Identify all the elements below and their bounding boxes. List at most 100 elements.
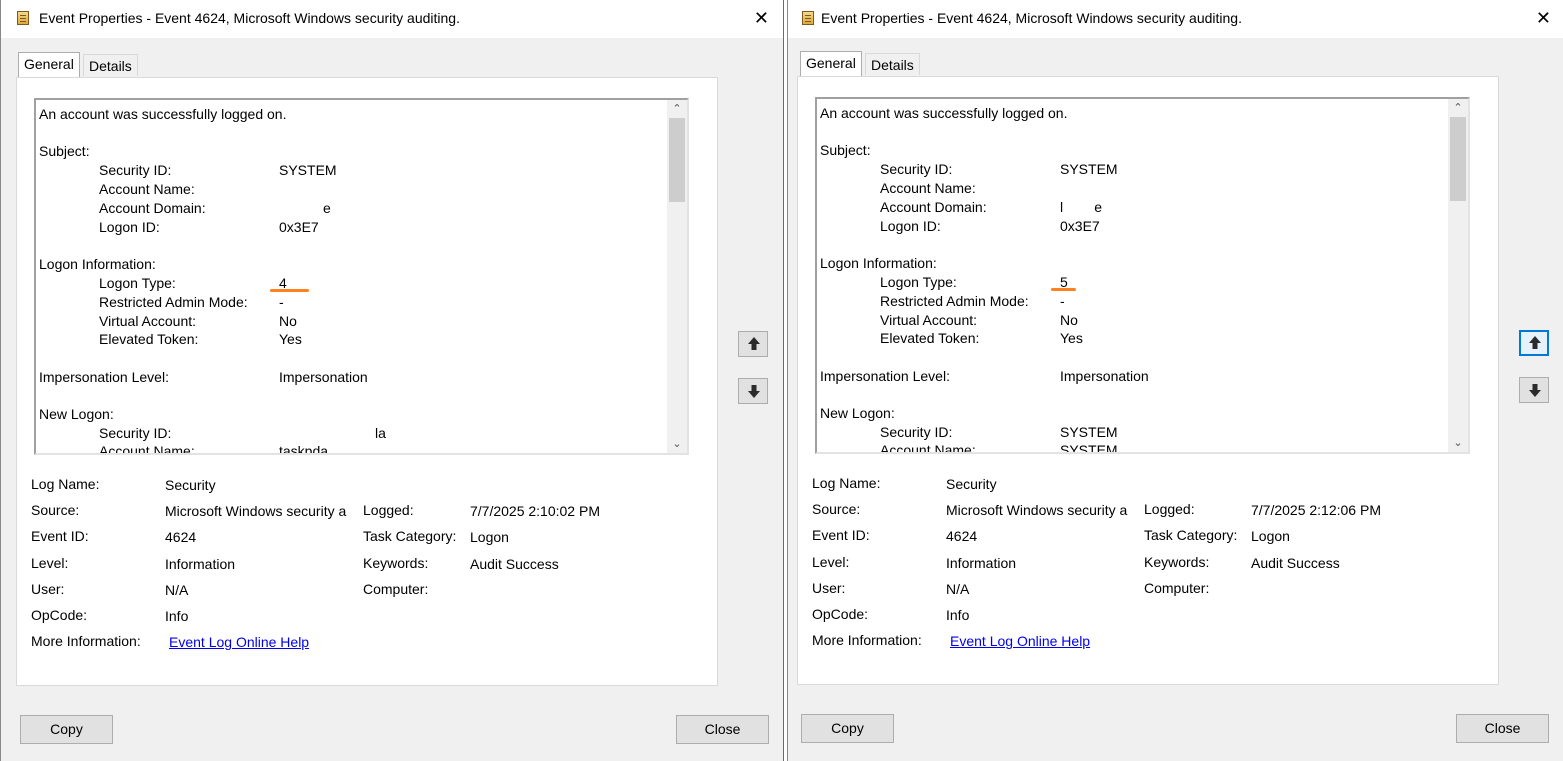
msg-value: SYSTEM — [1060, 442, 1118, 454]
task-category-label: Task Category: — [363, 528, 457, 544]
user-value[interactable]: N/A — [946, 581, 969, 597]
logged-label: Logged: — [1144, 501, 1195, 517]
user-value[interactable]: N/A — [165, 582, 188, 598]
level-label: Level: — [31, 555, 69, 571]
level-value[interactable]: Information — [946, 555, 1016, 571]
event-log-help-link[interactable]: Event Log Online Help — [950, 633, 1090, 649]
arrow-up-icon — [748, 337, 760, 350]
msg-value: Impersonation — [279, 369, 368, 385]
msg-label: Virtual Account: — [99, 313, 197, 329]
user-label: User: — [812, 580, 846, 596]
previous-event-button[interactable] — [1519, 330, 1549, 356]
log-name-label: Log Name: — [31, 476, 100, 492]
task-category-value[interactable]: Logon — [470, 529, 509, 545]
tab-general[interactable]: General — [800, 51, 862, 76]
msg-value: - — [1060, 293, 1065, 309]
scroll-down-icon[interactable]: ⌄ — [667, 435, 687, 453]
opcode-value[interactable]: Info — [165, 608, 188, 624]
msg-value: taskpda — [279, 443, 329, 455]
msg-label: Restricted Admin Mode: — [880, 293, 1029, 309]
msg-label: Security ID: — [880, 424, 953, 440]
event-id-label: Event ID: — [812, 527, 870, 543]
source-value[interactable]: Microsoft Windows security a — [946, 502, 1127, 518]
log-name-value[interactable]: Security — [946, 476, 997, 492]
log-name-label: Log Name: — [812, 475, 881, 491]
title-bar[interactable]: Event Properties - Event 4624, Microsoft… — [1, 0, 783, 38]
msg-value: SYSTEM — [1060, 161, 1118, 177]
event-message-box[interactable]: An account was successfully logged on. S… — [34, 98, 689, 455]
msg-new-logon-heading: New Logon: — [39, 406, 114, 422]
keywords-value[interactable]: Audit Success — [1251, 555, 1340, 571]
tab-details[interactable]: Details — [83, 54, 138, 76]
more-info-label: More Information: — [812, 632, 922, 648]
event-log-icon — [17, 11, 29, 25]
computer-label: Computer: — [363, 581, 429, 597]
close-button[interactable]: Close — [1456, 714, 1549, 743]
msg-value: No — [279, 313, 297, 329]
next-event-button[interactable] — [1519, 377, 1549, 403]
keywords-value[interactable]: Audit Success — [470, 556, 559, 572]
logged-value[interactable]: 7/7/2025 2:10:02 PM — [470, 503, 600, 519]
msg-label: Impersonation Level: — [820, 368, 950, 384]
source-value[interactable]: Microsoft Windows security a — [165, 503, 346, 519]
msg-label: Elevated Token: — [880, 330, 980, 346]
msg-value: 0x3E7 — [279, 219, 319, 235]
scroll-up-icon[interactable]: ⌃ — [1448, 99, 1468, 117]
msg-value: No — [1060, 312, 1078, 328]
msg-label: Elevated Token: — [99, 331, 199, 347]
next-event-button[interactable] — [738, 378, 768, 404]
window-title: Event Properties - Event 4624, Microsoft… — [39, 10, 460, 26]
computer-label: Computer: — [1144, 580, 1210, 596]
msg-new-logon-heading: New Logon: — [820, 405, 895, 421]
msg-label: Virtual Account: — [880, 312, 978, 328]
level-label: Level: — [812, 554, 850, 570]
title-bar[interactable]: Event Properties - Event 4624, Microsoft… — [788, 0, 1563, 38]
general-panel: An account was successfully logged on. S… — [16, 77, 718, 686]
message-scrollbar[interactable]: ⌃ ⌄ — [667, 100, 687, 453]
msg-value: e — [323, 200, 331, 216]
close-button[interactable]: Close — [676, 715, 769, 744]
message-scrollbar[interactable]: ⌃ ⌄ — [1448, 99, 1468, 452]
task-category-value[interactable]: Logon — [1251, 528, 1290, 544]
close-icon[interactable]: ✕ — [1536, 8, 1551, 28]
logged-value[interactable]: 7/7/2025 2:12:06 PM — [1251, 502, 1381, 518]
event-id-value[interactable]: 4624 — [946, 528, 977, 544]
scroll-up-icon[interactable]: ⌃ — [667, 100, 687, 118]
copy-button[interactable]: Copy — [20, 715, 113, 744]
previous-event-button[interactable] — [738, 331, 768, 357]
logged-label: Logged: — [363, 502, 414, 518]
msg-value: l e — [1060, 199, 1103, 215]
scroll-thumb[interactable] — [669, 118, 685, 202]
source-label: Source: — [31, 502, 80, 518]
msg-value: - — [279, 294, 284, 310]
msg-label: Account Name: — [99, 181, 195, 197]
msg-label: Account Domain: — [880, 199, 987, 215]
scroll-down-icon[interactable]: ⌄ — [1448, 434, 1468, 452]
msg-summary: An account was successfully logged on. — [39, 106, 287, 122]
user-label: User: — [31, 581, 65, 597]
tab-general[interactable]: General — [18, 52, 80, 77]
close-icon[interactable]: ✕ — [754, 8, 769, 28]
log-name-value[interactable]: Security — [165, 477, 216, 493]
opcode-label: OpCode: — [31, 607, 88, 623]
msg-summary: An account was successfully logged on. — [820, 105, 1068, 121]
tab-details[interactable]: Details — [865, 53, 920, 75]
level-value[interactable]: Information — [165, 556, 235, 572]
arrow-up-icon — [1529, 336, 1541, 349]
opcode-value[interactable]: Info — [946, 607, 969, 623]
event-properties-window-1: Event Properties - Event 4624, Microsoft… — [0, 0, 784, 761]
msg-value: 0x3E7 — [1060, 218, 1100, 234]
source-label: Source: — [812, 501, 861, 517]
copy-button[interactable]: Copy — [801, 714, 894, 743]
event-message-box[interactable]: An account was successfully logged on. S… — [815, 97, 1470, 454]
arrow-down-icon — [748, 385, 760, 398]
scroll-thumb[interactable] — [1450, 117, 1466, 201]
opcode-label: OpCode: — [812, 606, 869, 622]
msg-logon-info-heading: Logon Information: — [39, 256, 156, 272]
msg-label: Account Name: — [880, 442, 976, 454]
logon-type-highlight — [1051, 288, 1076, 291]
event-id-value[interactable]: 4624 — [165, 529, 196, 545]
event-log-help-link[interactable]: Event Log Online Help — [169, 634, 309, 650]
msg-value: SYSTEM — [279, 162, 337, 178]
msg-value: Impersonation — [1060, 368, 1149, 384]
